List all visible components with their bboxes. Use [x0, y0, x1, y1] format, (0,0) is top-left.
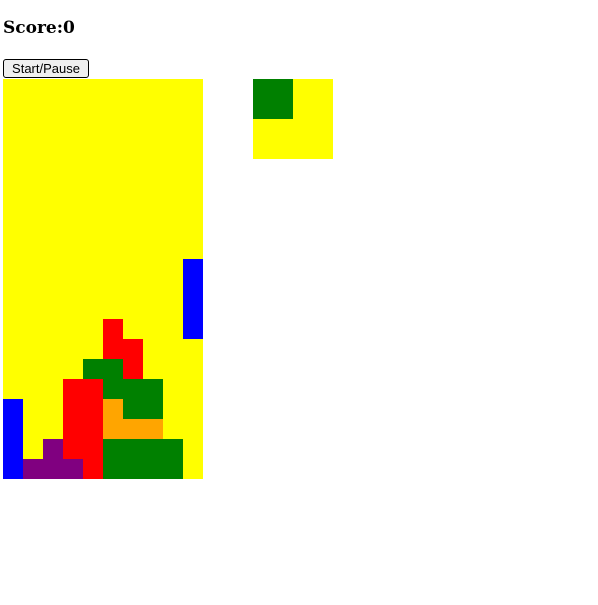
board-red-block — [103, 319, 123, 339]
board-red-block — [123, 359, 143, 379]
board-green-block — [143, 399, 163, 419]
board-red-block — [83, 439, 103, 459]
board-red-block — [83, 419, 103, 439]
board-green-block — [143, 379, 163, 399]
board-blue-block — [3, 459, 23, 479]
board-green-block — [123, 399, 143, 419]
board-green-block — [83, 359, 103, 379]
board-green-block — [123, 459, 143, 479]
board-blue-block — [183, 299, 203, 319]
score-label: Score:0 — [3, 18, 75, 38]
board-orange-block — [103, 399, 123, 419]
board-blue-block — [3, 399, 23, 419]
board-blue-block — [183, 319, 203, 339]
board-red-block — [83, 379, 103, 399]
board-green-block — [143, 459, 163, 479]
board-orange-block — [143, 419, 163, 439]
board-green-block — [123, 379, 143, 399]
board-purple-block — [43, 439, 63, 459]
board-red-block — [63, 439, 83, 459]
board-blue-block — [3, 419, 23, 439]
board-blue-block — [183, 259, 203, 279]
board-red-block — [83, 459, 103, 479]
next-green-block — [253, 79, 293, 119]
board-green-block — [103, 379, 123, 399]
board-red-block — [123, 339, 143, 359]
board-purple-block — [63, 459, 83, 479]
board-green-block — [103, 459, 123, 479]
board-red-block — [83, 399, 103, 419]
board-red-block — [63, 399, 83, 419]
board-green-block — [143, 439, 163, 459]
game-board — [3, 79, 203, 479]
board-blue-block — [183, 279, 203, 299]
board-purple-block — [23, 459, 43, 479]
board-orange-block — [103, 419, 123, 439]
start-pause-button[interactable]: Start/Pause — [3, 59, 89, 78]
board-red-block — [63, 379, 83, 399]
board-green-block — [103, 439, 123, 459]
board-green-block — [163, 439, 183, 459]
board-purple-block — [43, 459, 63, 479]
board-green-block — [163, 459, 183, 479]
board-red-block — [103, 339, 123, 359]
board-blue-block — [3, 439, 23, 459]
board-green-block — [123, 439, 143, 459]
board-orange-block — [123, 419, 143, 439]
board-green-block — [103, 359, 123, 379]
board-red-block — [63, 419, 83, 439]
next-piece-preview — [253, 79, 333, 159]
